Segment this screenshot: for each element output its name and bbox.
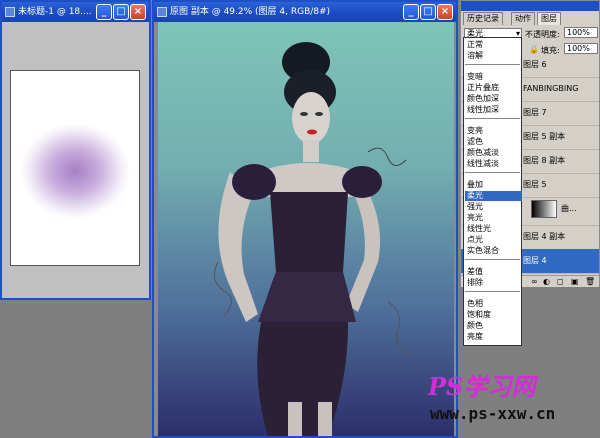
menu-item-vivid-light[interactable]: 亮光: [467, 213, 519, 223]
menu-separator: [465, 172, 520, 173]
close-button[interactable]: ×: [130, 4, 146, 20]
tab-history[interactable]: 历史记录: [463, 12, 503, 25]
left-window-title: 未标题-1 @ 18....: [18, 7, 92, 17]
menu-item-hue[interactable]: 色相: [467, 299, 519, 309]
menu-separator: [465, 64, 520, 65]
opacity-label: 不透明度:: [525, 30, 560, 39]
watermark-url: www.ps-xxw.cn: [430, 404, 556, 423]
minimize-button[interactable]: _: [96, 4, 112, 20]
menu-item-soft-light[interactable]: 柔光: [465, 191, 522, 201]
maximize-button[interactable]: □: [420, 4, 436, 20]
watermark-brand: PS学习网: [428, 372, 536, 401]
menu-item-difference[interactable]: 差值: [467, 267, 519, 277]
opacity-field[interactable]: 100%: [564, 27, 598, 38]
new-layer-icon[interactable]: ▣: [571, 277, 579, 286]
layer-name: 图层 4: [523, 256, 547, 265]
menu-item-saturation[interactable]: 饱和度: [467, 310, 519, 320]
minimize-button[interactable]: _: [403, 4, 419, 20]
menu-item-lighten[interactable]: 变亮: [467, 126, 519, 136]
model-photo: [213, 42, 413, 436]
layer-name: 图层 7: [523, 108, 547, 117]
photoshop-doc-icon: [157, 7, 167, 17]
menu-item-linear-burn[interactable]: 线性加深: [467, 105, 519, 115]
layer-name: 图层 5: [523, 180, 547, 189]
menu-item-luminosity[interactable]: 亮度: [467, 332, 519, 342]
menu-item-dissolve[interactable]: 溶解: [467, 51, 519, 61]
mask-icon[interactable]: ◻: [557, 277, 564, 286]
blend-mode-menu[interactable]: 正常 溶解 变暗 正片叠底 颜色加深 线性加深 变亮 滤色 颜色减淡 线性减淡 …: [463, 37, 522, 346]
menu-separator: [465, 291, 520, 292]
menu-item-screen[interactable]: 滤色: [467, 137, 519, 147]
photoshop-doc-icon: [5, 7, 15, 17]
main-document-window[interactable]: 原图 副本 @ 49.2% (图层 4, RGB/8#) _ □ ×: [152, 0, 458, 438]
trash-icon[interactable]: 🗑: [585, 277, 595, 286]
link-icon[interactable]: ∞: [531, 277, 538, 286]
main-window-titlebar[interactable]: 原图 副本 @ 49.2% (图层 4, RGB/8#) _ □ ×: [154, 2, 456, 22]
left-canvas[interactable]: [10, 70, 140, 266]
layer-name: 图层 4 副本: [523, 232, 566, 241]
main-canvas[interactable]: [158, 22, 454, 436]
maximize-button[interactable]: □: [113, 4, 129, 20]
menu-item-normal[interactable]: 正常: [467, 40, 519, 50]
layer-name: 图层 8 副本: [523, 156, 566, 165]
layer-name: 图层 6: [523, 60, 547, 69]
close-button[interactable]: ×: [437, 4, 453, 20]
menu-item-linear-dodge[interactable]: 线性减淡: [467, 159, 519, 169]
menu-item-darken[interactable]: 变暗: [467, 72, 519, 82]
layer-mask-thumbnail: [531, 200, 557, 218]
left-window-titlebar[interactable]: 未标题-1 @ 18.... _ □ ×: [2, 2, 149, 22]
menu-item-multiply[interactable]: 正片叠底: [467, 83, 519, 93]
workspace-background: [0, 300, 151, 438]
menu-item-color-burn[interactable]: 颜色加深: [467, 94, 519, 104]
main-window-title: 原图 副本 @ 49.2% (图层 4, RGB/8#): [170, 7, 331, 17]
menu-separator: [465, 259, 520, 260]
fx-icon[interactable]: ◐: [543, 277, 550, 286]
tab-actions[interactable]: 动作: [511, 12, 535, 25]
menu-item-linear-light[interactable]: 线性光: [467, 224, 519, 234]
menu-item-exclusion[interactable]: 排除: [467, 278, 519, 288]
menu-separator: [465, 118, 520, 119]
menu-item-color-dodge[interactable]: 颜色减淡: [467, 148, 519, 158]
menu-item-pin-light[interactable]: 点光: [467, 235, 519, 245]
panel-titlebar[interactable]: [461, 1, 599, 11]
layer-name: FANBINGBING: [523, 84, 579, 93]
menu-item-hard-light[interactable]: 强光: [467, 202, 519, 212]
menu-item-hard-mix[interactable]: 实色混合: [467, 246, 519, 256]
menu-item-color[interactable]: 颜色: [467, 321, 519, 331]
tab-layers[interactable]: 图层: [537, 12, 561, 25]
layer-name: 图层 5 副本: [523, 132, 566, 141]
menu-item-overlay[interactable]: 叠加: [467, 180, 519, 190]
layer-name: 曲...: [561, 204, 577, 213]
left-document-window[interactable]: 未标题-1 @ 18.... _ □ ×: [0, 0, 151, 300]
